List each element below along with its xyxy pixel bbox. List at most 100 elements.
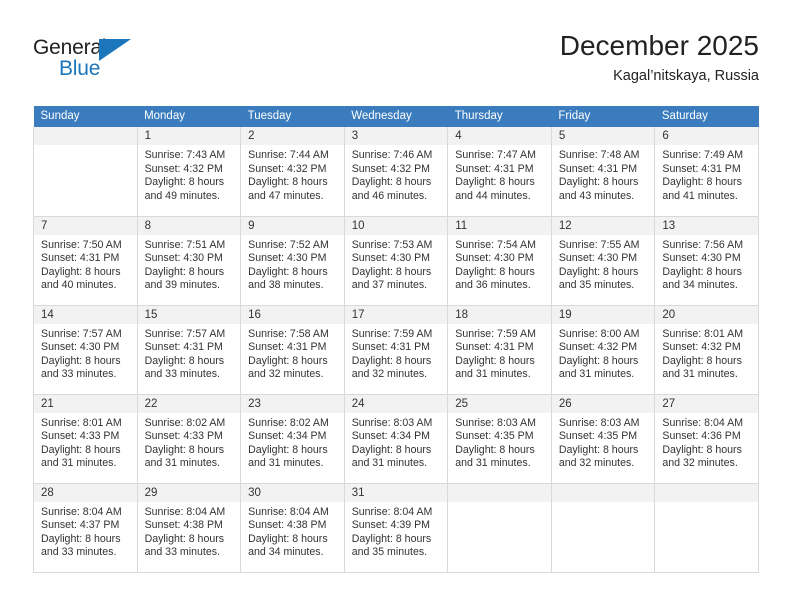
daylight-text-line2: and 36 minutes. (455, 279, 531, 292)
calendar-day-cell[interactable]: 9 Sunrise: 7:52 AM Sunset: 4:30 PM Daylight… (240, 216, 345, 306)
calendar-cell-empty (447, 483, 552, 573)
sunrise-text: Sunrise: 7:47 AM (455, 149, 536, 161)
calendar-day-cell[interactable]: 25 Sunrise: 8:03 AM Sunset: 4:35 PM Dayligh… (447, 394, 552, 484)
daylight-text-line2: and 31 minutes. (558, 368, 635, 381)
calendar-day-cell[interactable]: 23 Sunrise: 8:02 AM Sunset: 4:34 PM Dayligh… (240, 394, 345, 484)
calendar-day-cell[interactable]: 30 Sunrise: 8:04 AM Sunset: 4:38 PM Dayligh… (240, 483, 345, 573)
daylight-text-line1: Daylight: 8 hours (248, 354, 328, 367)
calendar-day-cell[interactable]: 18 Sunrise: 7:59 AM Sunset: 4:31 PM Dayligh… (447, 305, 552, 395)
calendar-day-cell[interactable]: 13 Sunrise: 7:56 AM Sunset: 4:30 PM Dayligh… (654, 216, 759, 306)
daylight-text-line1: Daylight: 8 hours (558, 354, 639, 367)
daylight-text-line1: Daylight: 8 hours (351, 176, 432, 189)
daylight-text-line2: and 31 minutes. (351, 457, 428, 470)
day-number: 5 (551, 127, 655, 145)
day-number: 12 (551, 216, 655, 235)
calendar-day-cell[interactable]: 24 Sunrise: 8:03 AM Sunset: 4:34 PM Dayligh… (343, 394, 449, 484)
day-number: 20 (655, 305, 758, 324)
calendar-day-cell[interactable]: 15 Sunrise: 7:57 AM Sunset: 4:31 PM Dayligh… (136, 305, 242, 395)
calendar-day-cell[interactable]: 29 Sunrise: 8:04 AM Sunset: 4:38 PM Dayligh… (136, 483, 242, 573)
calendar-day-cell[interactable]: 20 Sunrise: 8:01 AM Sunset: 4:32 PM Dayligh… (654, 305, 759, 395)
sunset-text: Sunset: 4:33 PM (144, 430, 223, 443)
day-details: Sunrise: 7:56 AM Sunset: 4:30 PM Daylight:… (655, 235, 758, 293)
day-details: Sunrise: 8:01 AM Sunset: 4:33 PM Daylight:… (34, 413, 137, 471)
day-number-bar (551, 483, 655, 502)
calendar-day-cell[interactable]: 27 Sunrise: 8:04 AM Sunset: 4:36 PM Dayligh… (654, 394, 759, 484)
daylight-text-line1: Daylight: 8 hours (144, 176, 225, 189)
sunset-text: Sunset: 4:30 PM (455, 252, 534, 265)
day-number: 19 (551, 305, 655, 324)
sunset-text: Sunset: 4:39 PM (351, 519, 431, 532)
daylight-text-line2: and 34 minutes. (248, 546, 324, 559)
calendar-table: Sunday Monday Tuesday Wednesday Thursday Frid… (33, 106, 759, 573)
day-details: Sunrise: 8:01 AM Sunset: 4:32 PM Daylight:… (655, 324, 758, 382)
title-block: December 2025 Kagal’nitskaya, Russia (560, 28, 759, 87)
weekday-header-wednesday: Wednesday (344, 106, 448, 127)
calendar-cell-empty (654, 483, 759, 573)
sunset-text: Sunset: 4:31 PM (351, 341, 431, 354)
calendar-day-cell[interactable]: 2 Sunrise: 7:44 AM Sunset: 4:32 PM Daylight… (240, 127, 345, 217)
daylight-text-line2: and 33 minutes. (144, 368, 220, 381)
calendar-day-cell[interactable]: 31 Sunrise: 8:04 AM Sunset: 4:39 PM Dayligh… (343, 483, 449, 573)
calendar-day-cell[interactable]: 21 Sunrise: 8:01 AM Sunset: 4:33 PM Dayligh… (33, 394, 138, 484)
calendar-day-cell[interactable]: 3 Sunrise: 7:46 AM Sunset: 4:32 PM Daylight… (343, 127, 449, 217)
sunset-text: Sunset: 4:30 PM (248, 252, 327, 265)
calendar-cell-empty (550, 483, 656, 573)
calendar-day-cell[interactable]: 22 Sunrise: 8:02 AM Sunset: 4:33 PM Dayligh… (136, 394, 242, 484)
day-number: 30 (241, 483, 344, 502)
day-number: 22 (137, 394, 241, 413)
day-details: Sunrise: 7:46 AM Sunset: 4:32 PM Daylight:… (345, 145, 448, 203)
calendar-day-cell[interactable]: 11 Sunrise: 7:54 AM Sunset: 4:30 PM Dayligh… (447, 216, 552, 306)
day-details: Sunrise: 7:49 AM Sunset: 4:31 PM Daylight:… (655, 145, 758, 203)
day-number: 15 (137, 305, 241, 324)
calendar-week-row: 1 Sunrise: 7:43 AM Sunset: 4:32 PM Daylight… (33, 127, 759, 217)
daylight-text-line1: Daylight: 8 hours (248, 265, 328, 278)
calendar-day-cell[interactable]: 6 Sunrise: 7:49 AM Sunset: 4:31 PM Daylight… (654, 127, 759, 217)
calendar-day-cell[interactable]: 19 Sunrise: 8:00 AM Sunset: 4:32 PM Dayligh… (550, 305, 656, 395)
day-number: 31 (344, 483, 448, 502)
daylight-text-line1: Daylight: 8 hours (351, 532, 432, 545)
daylight-text-line1: Daylight: 8 hours (41, 354, 121, 367)
calendar-day-cell[interactable]: 10 Sunrise: 7:53 AM Sunset: 4:30 PM Dayligh… (343, 216, 449, 306)
general-blue-logo[interactable]: General Blue (33, 32, 153, 88)
day-details: Sunrise: 8:03 AM Sunset: 4:35 PM Daylight:… (552, 413, 655, 471)
sunset-text: Sunset: 4:31 PM (248, 341, 327, 354)
sunrise-text: Sunrise: 7:59 AM (351, 327, 433, 340)
calendar-week-row: 7 Sunrise: 7:50 AM Sunset: 4:31 PM Daylight… (33, 216, 759, 306)
sunrise-text: Sunrise: 7:56 AM (662, 238, 744, 251)
daylight-text-line2: and 32 minutes. (351, 368, 428, 381)
daylight-text-line1: Daylight: 8 hours (144, 443, 225, 456)
calendar-day-cell[interactable]: 26 Sunrise: 8:03 AM Sunset: 4:35 PM Dayligh… (550, 394, 656, 484)
sunrise-text: Sunrise: 7:49 AM (662, 149, 744, 161)
calendar-day-cell[interactable]: 7 Sunrise: 7:50 AM Sunset: 4:31 PM Daylight… (33, 216, 138, 306)
day-details: Sunrise: 8:04 AM Sunset: 4:39 PM Daylight:… (345, 502, 448, 560)
day-number: 28 (34, 483, 137, 502)
day-details: Sunrise: 7:57 AM Sunset: 4:31 PM Daylight:… (138, 324, 241, 382)
calendar-day-cell[interactable]: 5 Sunrise: 7:48 AM Sunset: 4:31 PM Daylight… (550, 127, 656, 217)
weekday-header-thursday: Thursday (447, 106, 552, 127)
sunrise-text: Sunrise: 7:53 AM (351, 238, 433, 251)
day-details: Sunrise: 8:00 AM Sunset: 4:32 PM Daylight:… (552, 324, 655, 382)
daylight-text-line1: Daylight: 8 hours (455, 354, 535, 367)
sunrise-text: Sunrise: 7:48 AM (558, 149, 640, 161)
daylight-text-line2: and 49 minutes. (144, 189, 220, 202)
calendar-day-cell[interactable]: 14 Sunrise: 7:57 AM Sunset: 4:30 PM Dayligh… (33, 305, 138, 395)
day-number: 16 (241, 305, 344, 324)
calendar-day-cell[interactable]: 12 Sunrise: 7:55 AM Sunset: 4:30 PM Dayligh… (550, 216, 656, 306)
calendar-day-cell[interactable]: 17 Sunrise: 7:59 AM Sunset: 4:31 PM Dayligh… (343, 305, 449, 395)
daylight-text-line2: and 43 minutes. (558, 189, 635, 202)
calendar-day-cell[interactable]: 8 Sunrise: 7:51 AM Sunset: 4:30 PM Daylight… (136, 216, 242, 306)
calendar-day-cell[interactable]: 16 Sunrise: 7:58 AM Sunset: 4:31 PM Dayligh… (240, 305, 345, 395)
calendar-week-row: 21 Sunrise: 8:01 AM Sunset: 4:33 PM Dayligh… (33, 394, 759, 484)
day-details: Sunrise: 8:04 AM Sunset: 4:38 PM Daylight:… (241, 502, 344, 560)
day-details: Sunrise: 7:48 AM Sunset: 4:31 PM Daylight:… (552, 145, 655, 203)
calendar-day-cell[interactable]: 1 Sunrise: 7:43 AM Sunset: 4:32 PM Daylight… (136, 127, 242, 217)
calendar-day-cell[interactable]: 4 Sunrise: 7:47 AM Sunset: 4:31 PM Daylight… (447, 127, 552, 217)
sunset-text: Sunset: 4:31 PM (455, 162, 534, 175)
daylight-text-line2: and 33 minutes. (144, 546, 220, 559)
day-details: Sunrise: 8:04 AM Sunset: 4:36 PM Daylight:… (655, 413, 758, 471)
calendar-week-row: 28 Sunrise: 8:04 AM Sunset: 4:37 PM Dayligh… (33, 483, 759, 573)
sunrise-text: Sunrise: 7:50 AM (41, 238, 122, 251)
calendar-day-cell[interactable]: 28 Sunrise: 8:04 AM Sunset: 4:37 PM Dayligh… (33, 483, 138, 573)
sunrise-text: Sunrise: 8:01 AM (41, 416, 122, 429)
sunrise-text: Sunrise: 7:46 AM (351, 149, 433, 161)
